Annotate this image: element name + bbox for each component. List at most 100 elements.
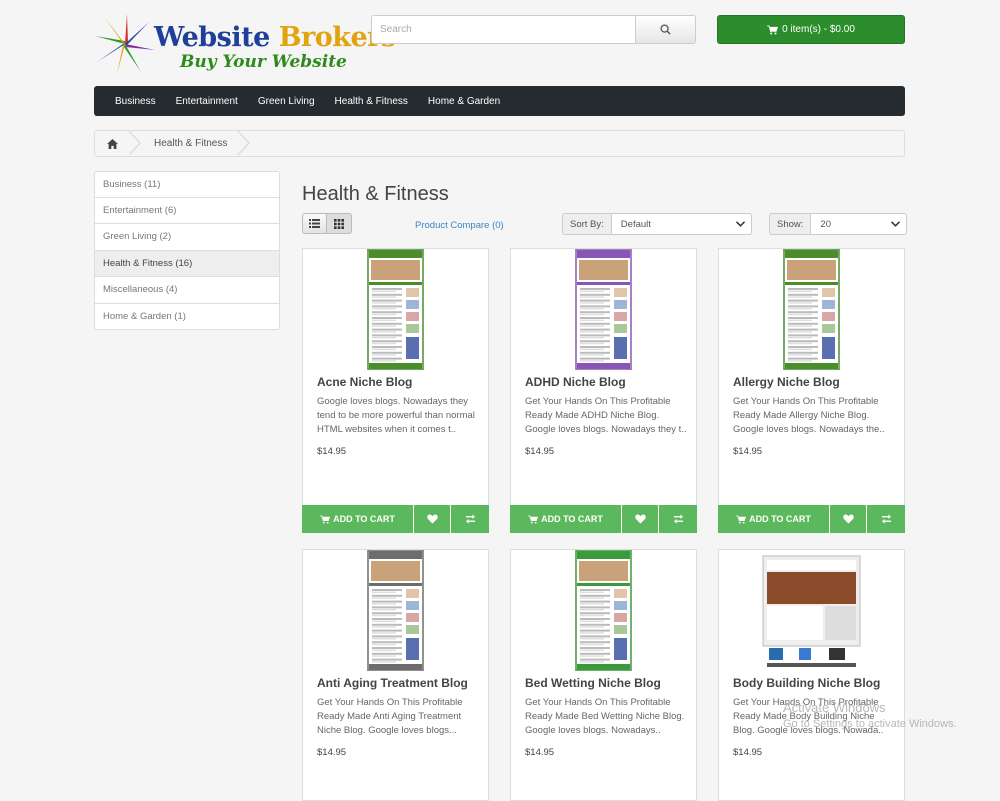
category-business[interactable]: Business (11) bbox=[94, 171, 280, 198]
category-miscellaneous[interactable]: Miscellaneous (4) bbox=[94, 277, 280, 304]
logo-star-icon bbox=[95, 14, 155, 74]
add-to-cart-button[interactable]: ADD TO CART bbox=[718, 505, 830, 533]
heart-icon bbox=[634, 514, 646, 524]
product-image[interactable] bbox=[543, 549, 664, 672]
sort-select-value: Default bbox=[620, 218, 651, 230]
product-image[interactable] bbox=[335, 248, 456, 371]
list-view-button[interactable] bbox=[302, 213, 327, 234]
product-thumbnail-icon bbox=[575, 248, 632, 371]
product-price: $14.95 bbox=[525, 446, 555, 457]
breadcrumb: Health & Fitness bbox=[94, 130, 905, 157]
heart-icon bbox=[426, 514, 438, 524]
breadcrumb-current[interactable]: Health & Fitness bbox=[142, 131, 239, 156]
grid-view-icon bbox=[334, 218, 344, 229]
search-icon bbox=[660, 24, 671, 35]
product-description: Get Your Hands On This Profitable Ready … bbox=[525, 697, 685, 736]
watermark-line2: Go to Settings to activate Windows. bbox=[783, 718, 957, 730]
page: Website Brokers Buy Your Website 0 item(… bbox=[0, 0, 1000, 801]
product-compare-link[interactable]: Product Compare (0) bbox=[415, 220, 504, 231]
cart-total: 0 item(s) - $0.00 bbox=[782, 24, 855, 35]
show-select-value: 20 bbox=[820, 218, 831, 230]
product-actions: ADD TO CART bbox=[302, 505, 489, 533]
brand-tagline: Buy Your Website bbox=[180, 52, 347, 72]
exchange-icon bbox=[673, 514, 683, 524]
wishlist-button[interactable] bbox=[830, 505, 867, 533]
home-icon bbox=[107, 138, 118, 149]
page-title: Health & Fitness bbox=[302, 183, 449, 205]
compare-button[interactable] bbox=[659, 505, 697, 533]
shopping-cart-icon bbox=[320, 514, 331, 524]
breadcrumb-home[interactable] bbox=[95, 131, 130, 156]
nav-item-green-living[interactable]: Green Living bbox=[248, 96, 325, 107]
product-card: Body Building Niche Blog Get Your Hands … bbox=[718, 549, 905, 801]
list-view-icon bbox=[309, 219, 320, 228]
exchange-icon bbox=[465, 514, 475, 524]
search-button[interactable] bbox=[636, 15, 696, 44]
product-image[interactable] bbox=[543, 248, 664, 371]
grid-view-button[interactable] bbox=[327, 213, 352, 234]
product-name[interactable]: Allergy Niche Blog bbox=[733, 375, 840, 389]
compare-button[interactable] bbox=[451, 505, 489, 533]
show-select[interactable]: 20 bbox=[811, 213, 908, 235]
wishlist-button[interactable] bbox=[414, 505, 451, 533]
product-description: Get Your Hands On This Profitable Ready … bbox=[525, 396, 687, 435]
add-to-cart-label: ADD TO CART bbox=[749, 514, 811, 524]
sort-control: Sort By: Default bbox=[562, 213, 752, 235]
nav-item-health-fitness[interactable]: Health & Fitness bbox=[325, 96, 418, 107]
product-price: $14.95 bbox=[317, 446, 347, 457]
product-name[interactable]: Anti Aging Treatment Blog bbox=[317, 676, 468, 690]
product-image[interactable] bbox=[751, 550, 872, 671]
product-description: Get Your Hands On This Profitable Ready … bbox=[317, 697, 463, 736]
product-image[interactable] bbox=[335, 549, 456, 672]
product-card: Allergy Niche Blog Get Your Hands On Thi… bbox=[718, 248, 905, 533]
sort-label: Sort By: bbox=[562, 213, 612, 235]
add-to-cart-label: ADD TO CART bbox=[541, 514, 603, 524]
watermark-line1: Activate Windows bbox=[783, 700, 886, 715]
wishlist-button[interactable] bbox=[622, 505, 659, 533]
show-control: Show: 20 bbox=[769, 213, 908, 235]
add-to-cart-label: ADD TO CART bbox=[333, 514, 395, 524]
chevron-down-icon bbox=[735, 221, 745, 227]
product-price: $14.95 bbox=[317, 747, 347, 758]
nav-item-business[interactable]: Business bbox=[105, 96, 166, 107]
site-logo[interactable]: Website Brokers Buy Your Website bbox=[94, 12, 396, 76]
product-price: $14.95 bbox=[733, 747, 763, 758]
sort-select[interactable]: Default bbox=[611, 213, 752, 235]
nav-item-home-garden[interactable]: Home & Garden bbox=[418, 96, 510, 107]
view-toggle bbox=[302, 213, 352, 234]
product-card: Acne Niche Blog Google loves blogs. Nowa… bbox=[302, 248, 489, 533]
main-nav: Business Entertainment Green Living Heal… bbox=[94, 86, 905, 116]
product-card: ADHD Niche Blog Get Your Hands On This P… bbox=[510, 248, 697, 533]
os-activation-watermark: Activate Windows Go to Settings to activ… bbox=[783, 700, 957, 730]
cart-button[interactable]: 0 item(s) - $0.00 bbox=[717, 15, 905, 44]
compare-button[interactable] bbox=[867, 505, 905, 533]
category-list: Business (11) Entertainment (6) Green Li… bbox=[94, 171, 280, 330]
category-health-fitness[interactable]: Health & Fitness (16) bbox=[94, 250, 280, 277]
product-thumbnail-icon bbox=[367, 549, 424, 672]
nav-item-entertainment[interactable]: Entertainment bbox=[166, 96, 248, 107]
product-name[interactable]: Body Building Niche Blog bbox=[733, 676, 880, 690]
add-to-cart-button[interactable]: ADD TO CART bbox=[510, 505, 622, 533]
product-thumbnail-icon bbox=[783, 248, 840, 371]
shopping-cart-icon bbox=[736, 514, 747, 524]
exchange-icon bbox=[881, 514, 891, 524]
category-entertainment[interactable]: Entertainment (6) bbox=[94, 197, 280, 224]
product-price: $14.95 bbox=[733, 446, 763, 457]
category-green-living[interactable]: Green Living (2) bbox=[94, 224, 280, 251]
product-actions: ADD TO CART bbox=[510, 505, 697, 533]
search-bar bbox=[371, 15, 696, 44]
brand-name-part1: Website bbox=[154, 22, 270, 53]
breadcrumb-separator bbox=[237, 130, 251, 156]
product-image[interactable] bbox=[751, 248, 872, 371]
product-actions: ADD TO CART bbox=[718, 505, 905, 533]
product-description: Google loves blogs. Nowadays they tend t… bbox=[317, 396, 475, 435]
add-to-cart-button[interactable]: ADD TO CART bbox=[302, 505, 414, 533]
product-name[interactable]: Acne Niche Blog bbox=[317, 375, 412, 389]
category-home-garden[interactable]: Home & Garden (1) bbox=[94, 303, 280, 330]
product-name[interactable]: Bed Wetting Niche Blog bbox=[525, 676, 661, 690]
product-thumbnail-icon bbox=[762, 555, 861, 667]
show-label: Show: bbox=[769, 213, 812, 235]
search-input[interactable] bbox=[371, 15, 636, 44]
product-card: Anti Aging Treatment Blog Get Your Hands… bbox=[302, 549, 489, 801]
product-name[interactable]: ADHD Niche Blog bbox=[525, 375, 626, 389]
